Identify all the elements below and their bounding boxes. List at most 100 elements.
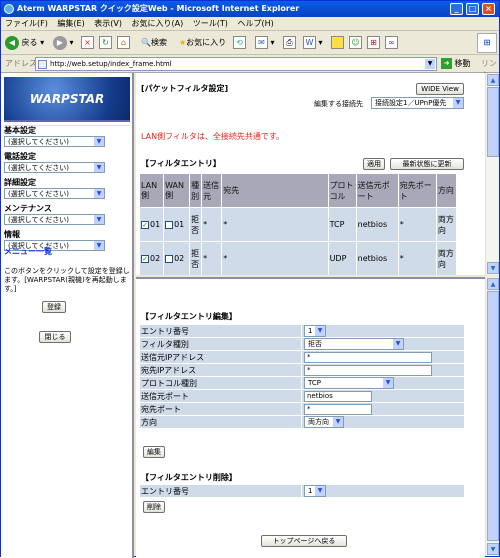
wide-view-button[interactable]: WIDE View [416,83,464,95]
history-button[interactable]: ⟲ [233,35,246,51]
page-icon [38,60,47,69]
edit-page-button[interactable]: W ▾ [303,35,323,51]
address-bar: アドレス(D) http://web.setup/index_frame.htm… [1,55,499,80]
menu-view[interactable]: 表示(V) [94,19,122,28]
close-button[interactable]: 閉じる [39,331,71,343]
back-to-top-button[interactable]: トップページへ戻る [261,535,347,547]
nav-group-title: 情報 [4,230,20,239]
connection-label: 編集する接続先 [314,100,363,108]
mail-button[interactable]: ✉ ▾ [255,35,275,51]
minimize-button[interactable]: _ [450,3,463,15]
search-button[interactable]: 🔍検索 [141,35,167,51]
research-icon: ⊞ [367,36,380,49]
col-type: 種別 [189,173,203,208]
chevron-down-icon: ▼ [383,378,393,388]
favorites-button[interactable]: ★お気に入り [179,35,226,51]
lan-filter-notice: LAN側フィルタは、全接続先共通です。 [141,132,285,141]
scroll-thumb[interactable] [487,87,499,157]
scroll-down-icon[interactable]: ▼ [487,262,499,274]
back-button[interactable]: ◀ 戻る ▾ [5,35,44,51]
wan-checkbox[interactable] [165,220,174,229]
scroll-thumb[interactable] [487,291,499,541]
close-window-button[interactable]: × [482,3,495,15]
delete-form: エントリ番号 1 ▼ [139,484,465,498]
dst-port-input[interactable]: * [304,404,372,415]
dir-cell: 両方向 [435,241,458,275]
menu-tools[interactable]: ツール(T) [193,19,228,28]
address-input[interactable]: http://web.setup/index_frame.html ▼ [35,57,437,71]
forward-button[interactable]: ▶ ▾ [53,35,74,51]
nav-group-maintenance: メンテナンス (選択してください) ▼ [4,204,130,229]
dport-cell: * [397,241,437,275]
src-ip-input[interactable]: * [304,352,432,363]
direction-label: 方向 [139,415,302,429]
go-button[interactable]: ➜ 移動 [441,58,471,70]
nav-select-phone[interactable]: (選択してください) ▼ [4,162,105,173]
src-port-label: 送信元ポート [139,389,302,403]
delete-entry-select[interactable]: 1 ▼ [304,485,326,497]
messenger-button[interactable]: ☺ [349,35,362,51]
nav-group-advanced: 詳細設定 (選択してください) ▼ [4,178,130,203]
menu-list-link[interactable]: メニュー一覧 [4,246,52,257]
entry-number-select[interactable]: 1 ▼ [304,325,326,337]
col-dir: 方向 [435,173,458,208]
entry-number-cell: 1 ▼ [301,324,465,338]
connection-select[interactable]: 接続設定1／UPnP優先 ▼ [371,97,464,109]
upper-scrollbar[interactable]: ▲ ▼ [485,73,499,275]
delete-button[interactable]: 削除 [143,501,165,513]
filter-type-label: フィルタ種別 [139,337,302,351]
dst-ip-cell: * [301,363,465,377]
lan-checkbox[interactable]: ✓ [141,254,149,263]
chevron-down-icon: ▼ [333,417,343,427]
research-button[interactable]: ⊞ [367,35,380,51]
dst-ip-input[interactable]: * [304,365,432,376]
register-button[interactable]: 登録 [42,301,66,313]
menu-favorites[interactable]: お気に入り(A) [132,19,184,28]
stop-icon: × [81,36,94,49]
scroll-up-icon[interactable]: ▲ [487,74,499,86]
form-row: 方向 両方向 ▼ [139,415,465,429]
print-button[interactable]: ⎙ [283,35,296,51]
src-cell: * [201,207,223,242]
protocol-cell: TCP ▼ [301,376,465,390]
search-icon: 🔍 [141,38,151,47]
src-cell: * [201,241,223,275]
table-row: ✓ 02 02 拒否 * * UDP netbios * 両方向 [138,241,458,275]
link-chain-icon: ∞ [385,36,398,49]
menu-help[interactable]: ヘルプ(H) [237,19,273,28]
apply-button[interactable]: 適用 [363,158,385,170]
scroll-up-icon[interactable]: ▲ [487,278,499,290]
nav-select-maintenance[interactable]: (選択してください) ▼ [4,214,105,225]
filter-entry-heading: 【フィルタエントリ】 [141,159,221,168]
menu-file[interactable]: ファイル(F) [5,19,48,28]
refresh-status-button[interactable]: 最新状態に更新 [390,158,464,170]
wan-checkbox[interactable] [165,254,174,263]
protocol-label: プロトコル種別 [139,376,302,390]
maximize-button[interactable]: □ [466,3,479,15]
form-row: 宛先ポート * [139,402,465,416]
nav-group-basic: 基本設定 (選択してください) ▼ [4,126,130,151]
discuss-button[interactable] [331,35,344,51]
home-button[interactable]: ⌂ [117,35,130,51]
dst-cell: * [221,241,329,275]
links-toolbar-button[interactable]: ∞ [385,35,398,51]
stop-button[interactable]: × [81,35,94,51]
menu-edit[interactable]: 編集(E) [57,19,84,28]
scroll-down-icon[interactable]: ▼ [487,543,499,555]
folder-icon [331,36,344,49]
src-port-input[interactable]: netbios [304,391,372,402]
edit-button[interactable]: 編集 [143,446,165,458]
nav-select-advanced[interactable]: (選択してください) ▼ [4,188,105,199]
nav-select-basic[interactable]: (選択してください) ▼ [4,136,105,147]
lower-scrollbar[interactable]: ▲ ▼ [485,277,499,556]
filter-type-select[interactable]: 拒否 ▼ [304,338,404,350]
protocol-select[interactable]: TCP ▼ [304,377,394,389]
address-dropdown-icon[interactable]: ▼ [425,59,435,69]
mail-icon: ✉ [255,36,268,49]
chevron-down-icon: ▼ [315,326,325,336]
table-row: ✓ 01 01 拒否 * * TCP netbios * 両方向 [138,207,458,242]
direction-select[interactable]: 両方向 ▼ [304,416,344,428]
chevron-down-icon: ▼ [393,339,403,349]
lan-checkbox[interactable]: ✓ [141,220,149,229]
refresh-button[interactable]: ↻ [99,35,112,51]
